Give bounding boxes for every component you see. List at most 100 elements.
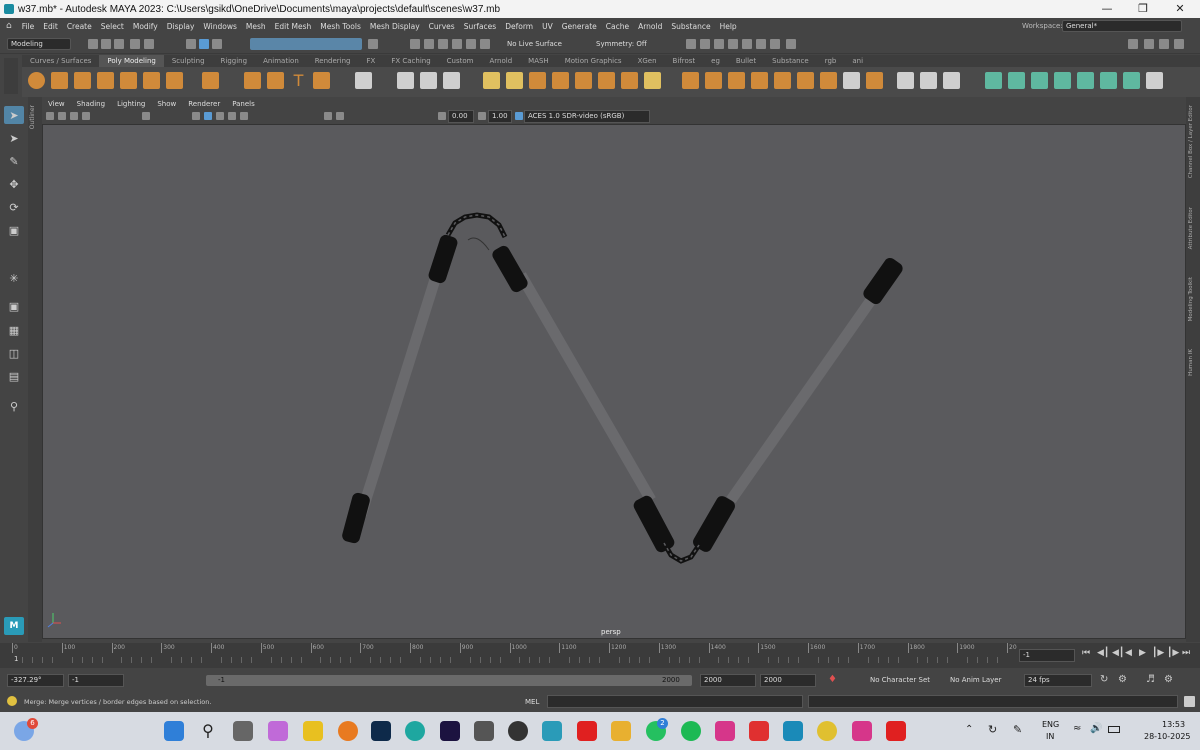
edge-loop-icon[interactable] [820, 72, 837, 89]
menu-display[interactable]: Display [167, 22, 195, 31]
wifi-icon[interactable]: ≈ [1073, 723, 1081, 734]
language-eng[interactable]: ENG [1042, 720, 1059, 729]
sound-icon[interactable]: ♬ [1146, 674, 1155, 685]
blender-icon[interactable] [338, 721, 358, 741]
menu-cache[interactable]: Cache [606, 22, 629, 31]
unfold-uv-icon[interactable] [1077, 72, 1094, 89]
step-forward-frame-icon[interactable]: ┃▶ [1152, 648, 1164, 658]
select-tool-icon[interactable]: ➤ [4, 106, 24, 124]
minimize-icon[interactable]: — [1090, 0, 1124, 18]
move-tool-icon[interactable]: ✥ [4, 175, 24, 193]
upload-app-icon[interactable] [783, 721, 803, 741]
ipr-render-icon[interactable] [714, 39, 724, 49]
smooth-icon[interactable] [529, 72, 546, 89]
cylindrical-uv-icon[interactable] [1008, 72, 1025, 89]
shelf-tab-xgen[interactable]: XGen [630, 55, 665, 67]
sync-icon[interactable]: ↻ [988, 723, 997, 736]
sew-uv-icon[interactable] [1146, 72, 1163, 89]
live-surface-label[interactable]: No Live Surface [507, 40, 562, 48]
spotify-icon[interactable] [681, 721, 701, 741]
value-field[interactable]: -1 [68, 674, 124, 687]
poly-plane-icon[interactable] [143, 72, 160, 89]
task-view-icon[interactable] [233, 721, 253, 741]
mel-label[interactable]: MEL [525, 698, 539, 706]
smooth-shade-icon[interactable] [204, 112, 212, 120]
separate-icon[interactable] [506, 72, 523, 89]
tray-chevron-icon[interactable]: ⌃ [965, 724, 973, 735]
start-menu-icon[interactable] [164, 721, 184, 741]
image-plane-icon[interactable] [82, 112, 90, 120]
snap-view-icon[interactable] [452, 39, 462, 49]
perspective-viewport[interactable]: persp [42, 124, 1186, 639]
slide-edge-icon[interactable] [943, 72, 960, 89]
clock-date[interactable]: 28-10-2025 [1144, 732, 1191, 741]
undo-icon[interactable] [130, 39, 140, 49]
shelf-tab-animation[interactable]: Animation [255, 55, 307, 67]
open-scene-icon[interactable] [101, 39, 111, 49]
play-forwards-icon[interactable]: ▶ [1139, 648, 1146, 658]
shelf-tab-fx-caching[interactable]: FX Caching [383, 55, 438, 67]
language-in[interactable]: IN [1046, 732, 1054, 741]
sculpt-icon[interactable] [397, 72, 414, 89]
menu-modify[interactable]: Modify [133, 22, 158, 31]
poly-cube-icon[interactable] [51, 72, 68, 89]
animation-end-field[interactable]: 2000 [700, 674, 756, 687]
character-set-dropdown[interactable]: No Character Set [870, 676, 930, 684]
photoshop-icon[interactable] [371, 721, 391, 741]
volume-icon[interactable]: 🔊 [1090, 723, 1102, 734]
sign-in-icon[interactable] [1128, 39, 1138, 49]
close-icon[interactable]: ✕ [1163, 0, 1197, 18]
menu-generate[interactable]: Generate [562, 22, 597, 31]
exposure-icon[interactable] [438, 112, 446, 120]
link-app-icon[interactable] [474, 721, 494, 741]
extrude-icon[interactable] [682, 72, 699, 89]
render-settings-icon[interactable] [728, 39, 738, 49]
step-back-key-icon[interactable]: ◀┃ [1097, 648, 1109, 658]
multi-cut-icon[interactable] [774, 72, 791, 89]
rotate-tool-icon[interactable]: ⟳ [4, 198, 24, 216]
attribute-editor-icon[interactable] [1159, 39, 1169, 49]
panel-menu-shading[interactable]: Shading [77, 100, 105, 108]
snap-grid-icon[interactable] [410, 39, 420, 49]
outliner-layout-icon[interactable]: ▤ [4, 367, 24, 385]
super-shape-icon[interactable] [244, 72, 261, 89]
range-preferences-icon[interactable]: ⚙ [1164, 674, 1173, 685]
panel-menu-renderer[interactable]: Renderer [188, 100, 220, 108]
lasso-tool-icon[interactable]: ➤ [4, 129, 24, 147]
isolate-select-icon[interactable] [324, 112, 332, 120]
human-ik-tab[interactable]: Human IK [1188, 349, 1194, 376]
step-forward-key-icon[interactable]: ┃▶ [1167, 648, 1179, 658]
camera-select-icon[interactable] [46, 112, 54, 120]
instagram-2-icon[interactable] [852, 721, 872, 741]
menu-arnold[interactable]: Arnold [638, 22, 662, 31]
platonic-solid-icon[interactable] [202, 72, 219, 89]
symmetry-label[interactable]: Symmetry: Off [596, 40, 647, 48]
youtube-icon[interactable] [577, 721, 597, 741]
playback-end-field[interactable]: 2000 [760, 674, 816, 687]
battery-icon[interactable] [1108, 726, 1120, 733]
shelf-tab-custom[interactable]: Custom [439, 55, 482, 67]
app-s-icon[interactable] [749, 721, 769, 741]
fps-dropdown[interactable]: 24 fps [1024, 674, 1092, 687]
shelf-options-icon[interactable] [4, 58, 18, 94]
menu-deform[interactable]: Deform [505, 22, 533, 31]
planar-uv-icon[interactable] [985, 72, 1002, 89]
poly-cone-icon[interactable] [97, 72, 114, 89]
gamma-icon[interactable] [478, 112, 486, 120]
copilot-icon[interactable] [268, 721, 288, 741]
snap-vertex-icon[interactable] [480, 39, 490, 49]
camera-attributes-icon[interactable] [58, 112, 66, 120]
gamma-field[interactable]: 1.00 [488, 110, 512, 123]
menu-windows[interactable]: Windows [203, 22, 236, 31]
menu-mesh-tools[interactable]: Mesh Tools [320, 22, 361, 31]
channel-box-tab[interactable]: Channel Box / Layer Editor [1188, 105, 1194, 178]
shelf-tab-mash[interactable]: MASH [520, 55, 557, 67]
menu-surfaces[interactable]: Surfaces [464, 22, 496, 31]
poly-torus-icon[interactable] [120, 72, 137, 89]
select-object-icon[interactable] [199, 39, 209, 49]
menu-curves[interactable]: Curves [429, 22, 455, 31]
current-frame-field[interactable]: -1 [1019, 649, 1075, 662]
cut-uv-icon[interactable] [1123, 72, 1140, 89]
selection-mask-group[interactable] [250, 38, 362, 50]
new-scene-icon[interactable] [88, 39, 98, 49]
